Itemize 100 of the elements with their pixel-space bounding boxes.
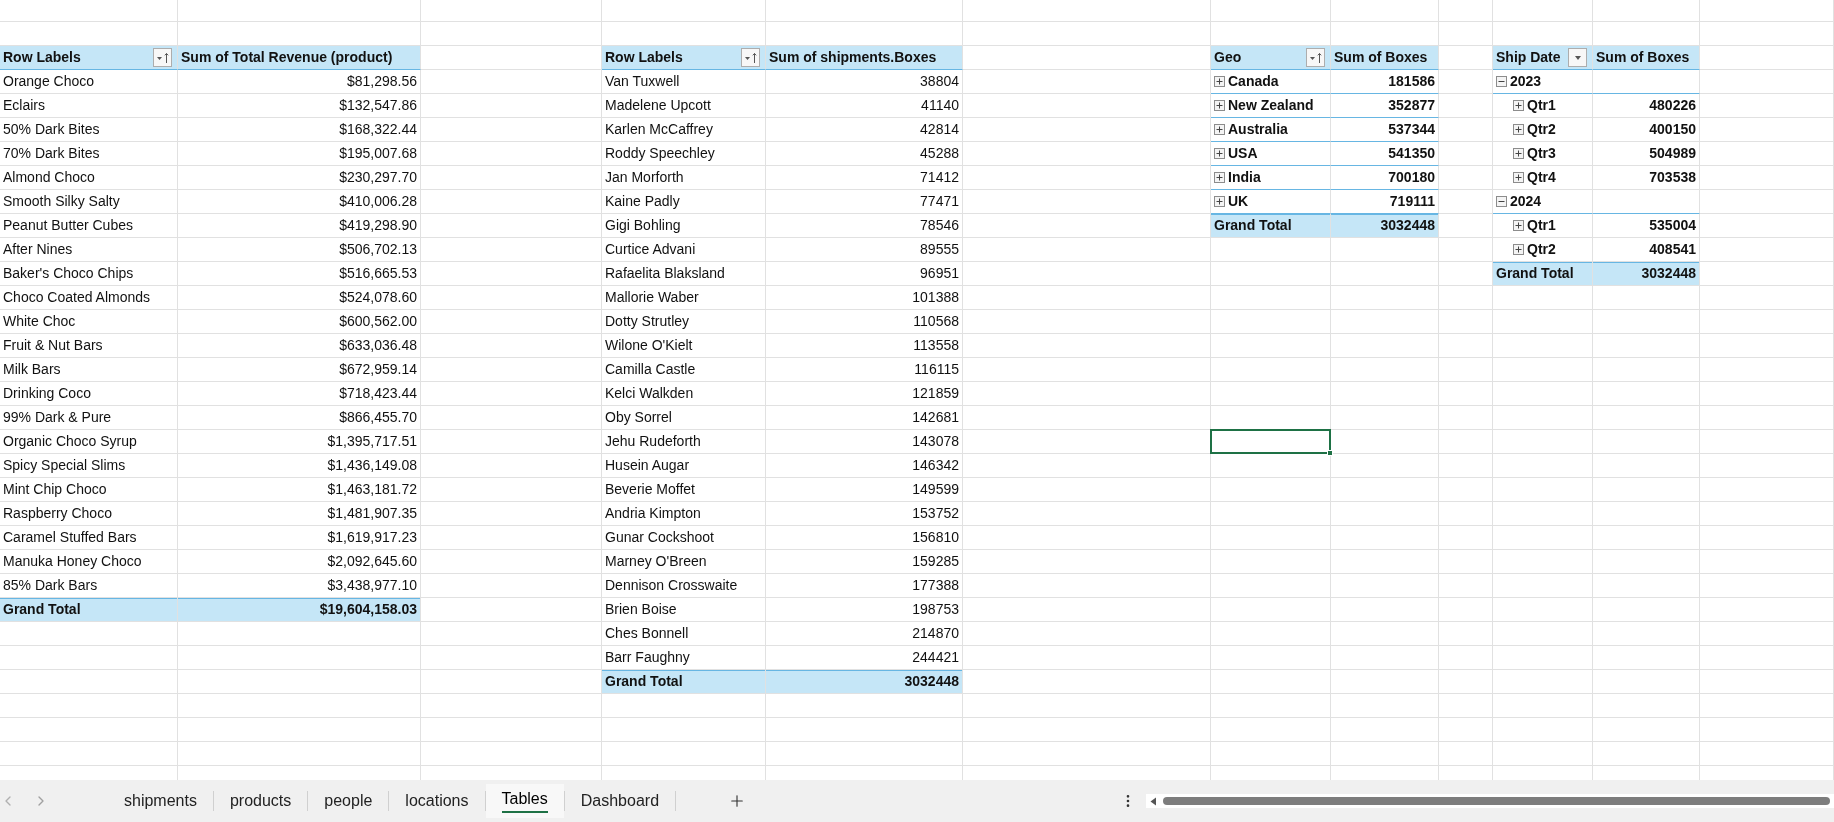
column-header: Ship Date [1496,48,1561,67]
value-cell: $1,436,149.08 [178,454,421,478]
expand-icon[interactable] [1513,220,1524,231]
value-cell: $419,298.90 [178,214,421,238]
scroll-left-icon[interactable] [1150,796,1157,806]
empty-cell [1439,598,1493,622]
value-cell: 181586 [1331,70,1439,94]
row-label: Roddy Speechley [602,142,766,166]
row-label: Choco Coated Almonds [0,286,178,310]
value-cell: 198753 [766,598,963,622]
value-cell: $2,092,645.60 [178,550,421,574]
grand-total-value: 3032448 [1593,262,1700,286]
row-label: Fruit & Nut Bars [0,334,178,358]
value-cell: $1,463,181.72 [178,478,421,502]
row-label: Oby Sorrel [602,406,766,430]
empty-cell [1439,646,1493,670]
expand-icon[interactable] [1513,172,1524,183]
row-label: Qtr2 [1527,120,1556,139]
grand-total-value: $19,604,158.03 [178,598,421,622]
row-label: Qtr2 [1527,240,1556,259]
value-cell: $516,665.53 [178,262,421,286]
expand-icon[interactable] [1513,148,1524,159]
value-cell: 42814 [766,118,963,142]
expand-icon[interactable] [1214,172,1225,183]
sheet-tab[interactable]: shipments [108,784,213,818]
column-header: Sum of shipments.Boxes [766,46,963,70]
row-label: India [1228,168,1261,187]
value-cell: 159285 [766,550,963,574]
row-label: Kelci Walkden [602,382,766,406]
value-cell: 110568 [766,310,963,334]
row-label: Raspberry Choco [0,502,178,526]
empty-cell [1439,382,1493,406]
empty-cell [1439,718,1493,742]
value-cell: 45288 [766,142,963,166]
row-label: Wilone O'Kielt [602,334,766,358]
expand-icon[interactable] [1513,100,1524,111]
value-cell: $672,959.14 [178,358,421,382]
empty-cell [1439,0,1493,22]
dropdown-icon [1574,55,1581,60]
value-cell: 121859 [766,382,963,406]
grand-total-label: Grand Total [1493,262,1593,286]
row-label: Almond Choco [0,166,178,190]
row-label: 99% Dark & Pure [0,406,178,430]
row-label: 50% Dark Bites [0,118,178,142]
horizontal-scrollbar[interactable] [1146,794,1834,808]
column-header: Row Labels [605,48,683,67]
value-cell: 504989 [1593,142,1700,166]
row-label: Drinking Coco [0,382,178,406]
empty-cell [1439,358,1493,382]
empty-cell [1439,622,1493,646]
value-cell: $132,547.86 [178,94,421,118]
scrollbar-thumb[interactable] [1163,797,1830,805]
expand-icon[interactable] [1214,100,1225,111]
expand-icon[interactable] [1214,76,1225,87]
expand-icon[interactable] [1214,148,1225,159]
collapse-icon[interactable] [1496,76,1507,87]
row-label: Marney O'Breen [602,550,766,574]
empty-cell [1439,310,1493,334]
empty-cell [1439,550,1493,574]
value-cell: 537344 [1331,118,1439,142]
row-label: Organic Choco Syrup [0,430,178,454]
empty-cell [1439,286,1493,310]
value-cell: $230,297.70 [178,166,421,190]
collapse-icon[interactable] [1496,196,1507,207]
column-header: Geo [1214,48,1242,67]
row-label: Qtr1 [1527,216,1556,235]
filter-dropdown-button[interactable] [1568,48,1587,67]
filter-dropdown-button[interactable] [741,48,760,67]
value-cell: 400150 [1593,118,1700,142]
row-label: Husein Augar [602,454,766,478]
sheet-tab[interactable]: people [308,784,389,818]
sheet-tab[interactable]: Dashboard [564,784,676,818]
column-header: Sum of Total Revenue (product) [178,46,421,70]
empty-cell [1439,334,1493,358]
value-cell: 480226 [1593,94,1700,118]
filter-dropdown-button[interactable] [1306,48,1325,67]
grand-total-value: 3032448 [766,670,963,694]
row-label: 2024 [1510,192,1542,211]
sheet-tab[interactable]: Tables [485,784,564,818]
expand-icon[interactable] [1513,244,1524,255]
fill-handle[interactable] [1327,450,1333,456]
value-cell: 352877 [1331,94,1439,118]
row-label: White Choc [0,310,178,334]
sheet-tab[interactable]: products [213,784,308,818]
row-label: Smooth Silky Salty [0,190,178,214]
sheet-tab[interactable]: locations [389,784,485,818]
expand-icon[interactable] [1214,196,1225,207]
value-cell: 214870 [766,622,963,646]
value-cell: 78546 [766,214,963,238]
row-label: Rafaelita Blaksland [602,262,766,286]
expand-icon[interactable] [1214,124,1225,135]
row-label: Brien Boise [602,598,766,622]
row-label: Caramel Stuffed Bars [0,526,178,550]
filter-dropdown-button[interactable] [153,48,172,67]
sort-dropdown-icon [744,52,757,63]
column-header: Row Labels [3,48,81,67]
row-label: Van Tuxwell [602,70,766,94]
expand-icon[interactable] [1513,124,1524,135]
empty-cell [1439,430,1493,454]
row-label: Qtr4 [1527,168,1556,187]
